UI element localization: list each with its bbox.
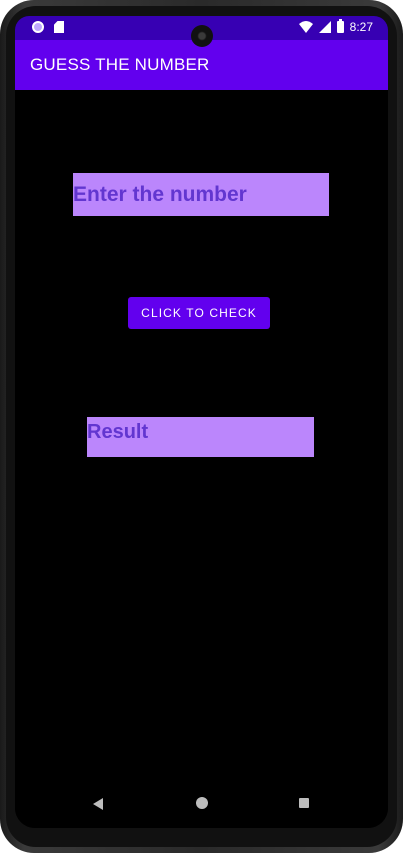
back-icon[interactable] bbox=[93, 798, 103, 810]
status-left-group bbox=[32, 21, 64, 33]
sd-card-icon bbox=[54, 21, 64, 33]
front-camera-icon bbox=[191, 25, 213, 47]
app-screen: 8:27 GUESS THE NUMBER CLICK TO CHECK Res… bbox=[15, 16, 388, 828]
wifi-icon bbox=[298, 21, 313, 33]
recents-icon[interactable] bbox=[299, 798, 309, 808]
status-time: 8:27 bbox=[349, 20, 373, 34]
battery-icon bbox=[336, 19, 344, 33]
number-input[interactable] bbox=[73, 173, 329, 216]
home-icon[interactable] bbox=[196, 797, 208, 809]
status-right-group: 8:27 bbox=[298, 19, 373, 34]
signal-icon bbox=[318, 21, 331, 33]
status-dot-icon bbox=[32, 21, 44, 33]
page-title: GUESS THE NUMBER bbox=[30, 55, 210, 74]
result-box: Result bbox=[87, 417, 314, 457]
navigation-bar bbox=[15, 780, 388, 828]
check-button[interactable]: CLICK TO CHECK bbox=[128, 297, 270, 329]
app-bar: GUESS THE NUMBER bbox=[15, 40, 388, 90]
result-label: Result bbox=[87, 421, 149, 443]
